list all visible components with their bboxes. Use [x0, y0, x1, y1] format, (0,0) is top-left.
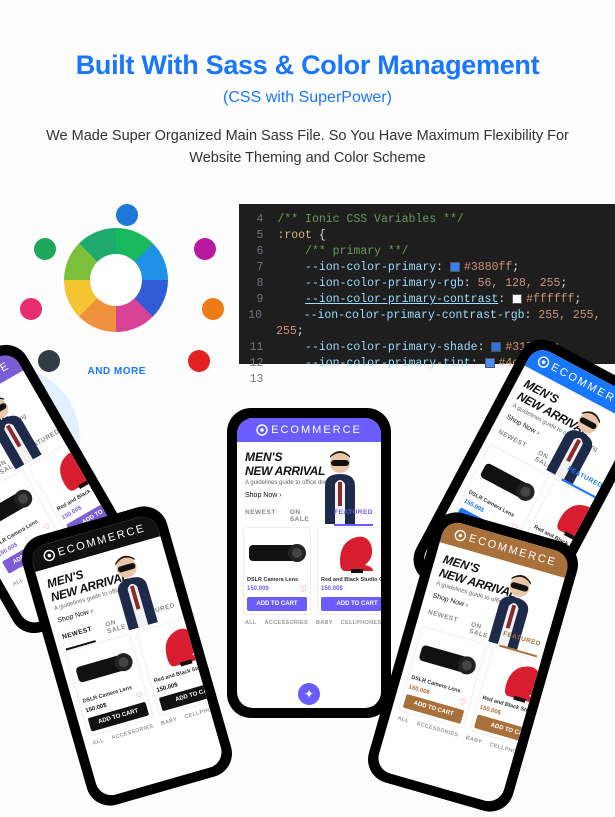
palette-dot	[194, 238, 216, 260]
product-price: 150.00$	[408, 684, 431, 696]
category-all[interactable]: ALL	[397, 715, 410, 724]
fab-button[interactable]: ✦	[298, 683, 320, 705]
page-subtitle: (CSS with SuperPower)	[0, 89, 615, 107]
hero-banner: MEN'SNEW ARRIVALA guidelines guide to of…	[237, 442, 381, 503]
phone-center: ECOMMERCE MEN'SNEW ARRIVALA guidelines gu…	[227, 408, 391, 718]
product-card[interactable]: Red Black150.00$♡ADD TO CART	[102, 399, 136, 499]
product-name: DSLR Camera Lens	[247, 577, 307, 583]
brand-icon	[256, 424, 268, 436]
code-line: 7 --ion-color-primary: #3880ff;	[239, 260, 615, 276]
category-bar: ALLACCESSORIESBABYCELLPHONESCHAIRS	[237, 615, 381, 626]
product-card[interactable]: Red and Black Studio Chair150.00$♡ADD TO…	[317, 527, 381, 615]
code-line: 10 --ion-color-primary-contrast-rgb: 255…	[239, 308, 615, 340]
product-card[interactable]: Red Black150.00$♡ADD TO CART	[218, 595, 225, 693]
brand-icon	[42, 548, 57, 563]
add-to-cart-button[interactable]: ADD TO CART	[247, 597, 307, 611]
category-all[interactable]: ALL	[245, 620, 257, 626]
brand-icon	[453, 528, 468, 543]
heart-icon[interactable]: ♡	[585, 562, 596, 573]
tab-featured[interactable]: FEATURED	[334, 509, 373, 523]
palette-dot	[34, 238, 56, 260]
category-baby[interactable]: BABY	[465, 735, 483, 745]
product-price: 150.00$	[479, 704, 502, 716]
app-bar: ECOMMERCE	[237, 418, 381, 442]
product-price: 150.00$	[247, 586, 269, 592]
heart-icon[interactable]: ♡	[458, 697, 467, 708]
product-price: 150.00$	[321, 586, 343, 592]
category-cellphones[interactable]: CELLPHONES	[489, 742, 517, 755]
product-card[interactable]: Red Black150.00$♡ADD TO CART	[590, 519, 615, 619]
page-title: Built With Sass & Color Management	[0, 50, 615, 81]
code-editor: 4/** Ionic CSS Variables **/5:root {6 /*…	[239, 204, 615, 364]
category-all[interactable]: ALL	[12, 577, 25, 588]
category-baby[interactable]: BABY	[160, 717, 178, 727]
product-price: 150.00$	[156, 682, 179, 694]
product-name: Red and Black Studio Chair	[321, 577, 381, 583]
color-ring-icon	[64, 228, 168, 332]
code-line: 5:root {	[239, 228, 615, 244]
category-cellphones[interactable]: CELLPHONES	[341, 620, 381, 626]
category-baby[interactable]: BABY	[316, 620, 333, 626]
heart-icon[interactable]: ♡	[135, 690, 144, 701]
product-name: Red Black	[131, 444, 137, 469]
phone-mockups: ECOMMERCE MEN'SNEW ARRIVALA guidelines gu…	[0, 394, 615, 814]
code-line: 9 --ion-color-primary-contrast: #ffffff;	[239, 292, 615, 308]
product-price: 150.00$	[562, 728, 572, 740]
tab-newest[interactable]: NEWEST	[245, 509, 276, 523]
code-line: 6 /** primary **/	[239, 244, 615, 260]
color-palette: AND MORE	[8, 204, 225, 384]
product-card[interactable]: Red Black150.00$♡ADD TO CART	[552, 670, 572, 768]
brand-name: ECOMMERCE	[271, 424, 362, 436]
page-description: We Made Super Organized Main Sass File. …	[0, 125, 615, 170]
phone-br: ECOMMERCEMEN'SNEW ARRIVALA guidelines gu…	[362, 507, 583, 817]
code-line: 8 --ion-color-primary-rgb: 56, 128, 255;	[239, 276, 615, 292]
product-price: 150.00$	[85, 702, 108, 714]
product-price: 150.00$	[604, 573, 615, 588]
heart-icon[interactable]: ♡	[300, 585, 307, 594]
palette-dot	[202, 298, 224, 320]
palette-dot	[20, 298, 42, 320]
phone-bl: ECOMMERCEMEN'SNEW ARRIVALA guidelines gu…	[16, 501, 237, 811]
brand-icon	[536, 354, 552, 370]
add-to-cart-button[interactable]: ADD TO CART	[321, 597, 381, 611]
product-card[interactable]: DSLR Camera Lens 150.00$ ♡ ADD TO CART	[243, 527, 311, 615]
product-name: Red Black	[609, 565, 615, 589]
add-to-cart-button[interactable]: ADD TO CART	[596, 582, 615, 613]
category-all[interactable]: ALL	[92, 738, 105, 747]
category-accessories[interactable]: ACCESSORIES	[265, 620, 308, 626]
palette-dot	[116, 204, 138, 226]
product-price: 150.00$	[135, 462, 136, 478]
heart-icon[interactable]: ♡	[218, 666, 225, 677]
code-line: 4/** Ionic CSS Variables **/	[239, 212, 615, 228]
add-to-cart-button[interactable]: ADD TO CART	[557, 738, 572, 762]
heart-icon[interactable]: ♡	[541, 721, 550, 732]
product-name: Red Black	[564, 719, 571, 736]
heart-icon[interactable]: ♡	[116, 478, 127, 489]
